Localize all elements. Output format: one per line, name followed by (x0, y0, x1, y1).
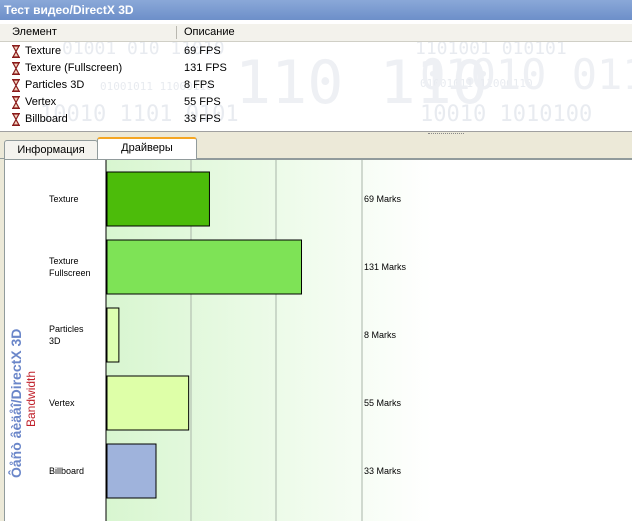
list-item-value: 69 FPS (184, 45, 221, 57)
value-label: 131 Marks (364, 262, 407, 272)
bar (106, 307, 120, 363)
list-item-name: Billboard (25, 113, 68, 125)
list-item[interactable]: Particles 3D 8 FPS (0, 77, 632, 94)
benchmark-chart: Texture 69 Marks Texture Fullscreen 131 Mark… (4, 159, 632, 521)
list-item-name: Texture (25, 45, 62, 57)
bar-chart: Texture 69 Marks Texture Fullscreen 131 Mark… (49, 160, 432, 521)
list-item-value: 55 FPS (184, 96, 221, 108)
tab-bar: Информация (0, 137, 632, 159)
list-item[interactable]: Vertex 55 FPS (0, 94, 632, 111)
list-item[interactable]: Texture (Fullscreen) 131 FPS (0, 60, 632, 77)
y-axis-title: Ôåñò âèäåî/DirectX 3D (8, 328, 24, 478)
value-label: 69 Marks (364, 194, 402, 204)
category-label: Vertex (49, 398, 75, 408)
list-column-header: Элемент Описание (0, 24, 632, 42)
list-item-name: Texture (Fullscreen) (25, 62, 123, 74)
category-label: Texture Fullscreen (49, 256, 91, 278)
y-axis-subtitle: Bandwidth (24, 370, 38, 427)
tab-drivers[interactable]: Драйверы (97, 137, 197, 159)
hourglass-icon (11, 113, 21, 126)
column-header-description[interactable]: Описание (184, 26, 235, 38)
hourglass-icon (11, 45, 21, 58)
value-label: 33 Marks (364, 466, 402, 476)
list-item-name: Vertex (25, 96, 57, 108)
list-item[interactable]: Billboard 33 FPS (0, 111, 632, 128)
bar (106, 171, 210, 227)
list-item[interactable]: Texture 69 FPS (0, 43, 632, 60)
column-divider[interactable] (176, 26, 177, 39)
category-label: Billboard (49, 466, 84, 476)
category-label: Particles 3D (49, 324, 84, 346)
bar (106, 375, 190, 431)
hourglass-icon (11, 96, 21, 109)
list-item-name: Particles 3D (25, 79, 85, 91)
list-item-value: 33 FPS (184, 113, 221, 125)
splitter-grip[interactable] (428, 133, 464, 136)
column-header-element[interactable]: Элемент (12, 26, 57, 38)
window-title: Тест видео/DirectX 3D (0, 0, 632, 20)
tab-information[interactable]: Информация (4, 140, 98, 159)
list-item-value: 131 FPS (184, 62, 227, 74)
bar (106, 443, 157, 499)
bar (106, 239, 303, 295)
hourglass-icon (11, 79, 21, 92)
value-label: 55 Marks (364, 398, 402, 408)
results-list[interactable]: 01001 010 11010 110 110 1101001 010101 0… (0, 20, 632, 132)
value-label: 8 Marks (364, 330, 397, 340)
hourglass-icon (11, 62, 21, 75)
category-label: Texture (49, 194, 79, 204)
list-item-value: 8 FPS (184, 79, 215, 91)
